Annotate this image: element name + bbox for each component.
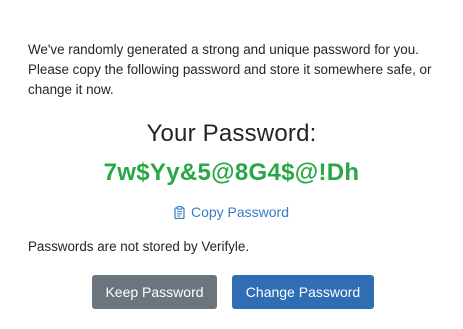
clipboard-icon xyxy=(174,205,185,219)
change-password-button[interactable]: Change Password xyxy=(232,275,374,309)
password-heading: Your Password: xyxy=(146,120,317,147)
generated-password: 7w$Yy&5@8G4$@!Dh xyxy=(103,159,360,186)
keep-password-button[interactable]: Keep Password xyxy=(92,275,217,309)
password-generated-panel: We've randomly generated a strong and un… xyxy=(0,0,463,329)
copy-password-link[interactable]: Copy Password xyxy=(0,202,463,224)
copy-password-label: Copy Password xyxy=(190,204,290,220)
intro-text: We've randomly generated a strong and un… xyxy=(28,42,432,97)
storage-note: Passwords are not stored by Verifyle. xyxy=(28,239,250,254)
